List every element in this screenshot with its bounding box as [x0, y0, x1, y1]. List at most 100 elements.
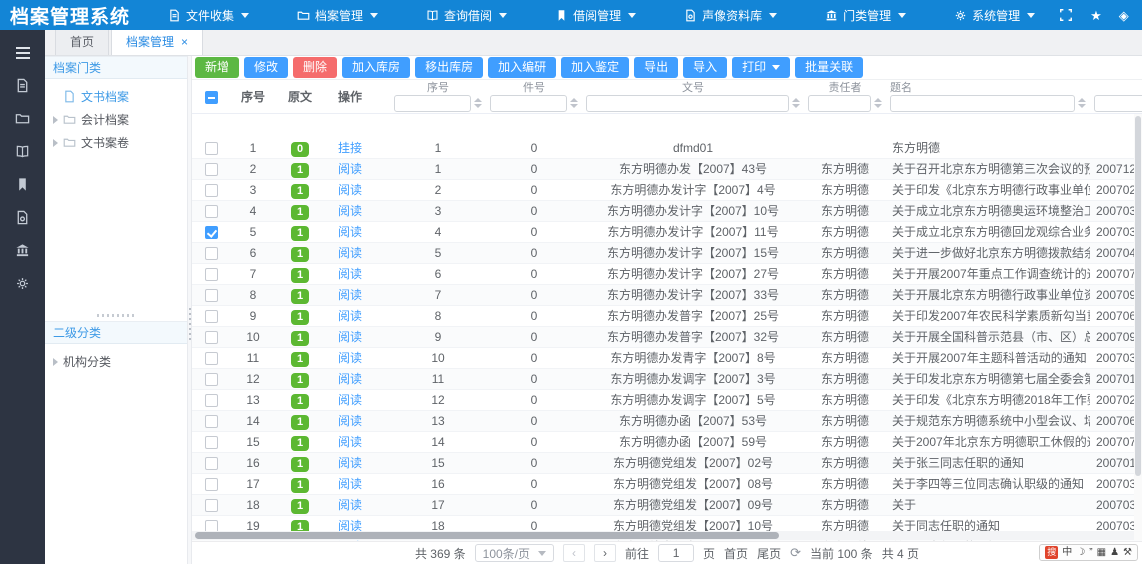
filter-input-date[interactable]: [1094, 95, 1142, 112]
operation-link[interactable]: 阅读: [338, 330, 362, 344]
table-row[interactable]: 5 1 阅读 4 0 东方明德办发计字【2007】11号 东方明德 关于成立北京…: [192, 222, 1142, 243]
tree-item-document-folders[interactable]: 文书案卷: [45, 131, 187, 154]
operation-link[interactable]: 阅读: [338, 267, 362, 281]
sort-icons[interactable]: [792, 98, 800, 108]
scrollbar-thumb[interactable]: [195, 532, 779, 539]
moon-icon[interactable]: ☽: [1076, 545, 1085, 560]
sidebar-item-av-library[interactable]: [0, 201, 45, 234]
row-checkbox[interactable]: [205, 289, 218, 302]
fullscreen-icon[interactable]: [1059, 8, 1073, 22]
sort-icons[interactable]: [1078, 98, 1086, 108]
user-icon[interactable]: ♟: [1110, 545, 1119, 560]
panel-splitter-vertical[interactable]: [187, 56, 192, 564]
sidebar-item-system-management[interactable]: [0, 267, 45, 300]
refresh-icon[interactable]: ⟳: [790, 545, 801, 561]
operation-link[interactable]: 阅读: [338, 477, 362, 491]
keyboard-icon[interactable]: ▦: [1097, 545, 1106, 560]
column-header-original[interactable]: 原文: [276, 80, 324, 113]
table-row[interactable]: 14 1 阅读 13 0 东方明德办函【2007】53号 东方明德 关于规范东方…: [192, 411, 1142, 432]
sidebar-item-file-collection[interactable]: [0, 69, 45, 102]
row-checkbox[interactable]: [205, 499, 218, 512]
sort-icons[interactable]: [474, 98, 482, 108]
column-header-operation[interactable]: 操作: [324, 80, 390, 113]
operation-link[interactable]: 阅读: [338, 225, 362, 239]
chinese-mode-icon[interactable]: 中: [1062, 545, 1072, 560]
next-page-button[interactable]: ›: [594, 544, 616, 562]
select-all-checkbox[interactable]: [205, 91, 218, 104]
filter-input-serial[interactable]: [394, 95, 471, 112]
operation-link[interactable]: 阅读: [338, 435, 362, 449]
page-size-select[interactable]: 100条/页: [475, 544, 554, 562]
row-checkbox[interactable]: [205, 310, 218, 323]
operation-link[interactable]: 阅读: [338, 204, 362, 218]
row-checkbox[interactable]: [205, 436, 218, 449]
panel-splitter-horizontal[interactable]: [45, 309, 187, 321]
page-number-input[interactable]: [658, 544, 694, 562]
batch-link-button[interactable]: 批量关联: [795, 57, 863, 78]
chevron-right-icon[interactable]: [53, 116, 58, 124]
row-checkbox[interactable]: [205, 184, 218, 197]
table-row[interactable]: 17 1 阅读 16 0 东方明德党组发【2007】08号 东方明德 关于李四等…: [192, 474, 1142, 495]
row-checkbox[interactable]: [205, 457, 218, 470]
tools-icon[interactable]: ⚒: [1123, 545, 1132, 560]
row-checkbox[interactable]: [205, 415, 218, 428]
operation-link[interactable]: 挂接: [338, 141, 362, 155]
sort-icons[interactable]: [874, 98, 882, 108]
row-checkbox[interactable]: [205, 352, 218, 365]
table-row[interactable]: 16 1 阅读 15 0 东方明德党组发【2007】02号 东方明德 关于张三同…: [192, 453, 1142, 474]
table-row[interactable]: 13 1 阅读 12 0 东方明德办发调字【2007】5号 东方明德 关于印发《…: [192, 390, 1142, 411]
add-to-storeroom-button[interactable]: 加入库房: [342, 57, 410, 78]
operation-link[interactable]: 阅读: [338, 183, 362, 197]
vertical-scrollbar[interactable]: [1134, 114, 1142, 540]
menu-system-management[interactable]: 系统管理: [930, 0, 1059, 30]
table-row[interactable]: 11 1 阅读 10 0 东方明德办发青字【2007】8号 东方明德 关于开展2…: [192, 348, 1142, 369]
row-checkbox[interactable]: [205, 247, 218, 260]
menu-query-borrow[interactable]: 查询借阅: [402, 0, 531, 30]
first-page-link[interactable]: 首页: [724, 545, 748, 562]
table-row[interactable]: 7 1 阅读 6 0 东方明德办发计字【2007】27号 东方明德 关于开展20…: [192, 264, 1142, 285]
table-row[interactable]: 10 1 阅读 9 0 东方明德办发普字【2007】32号 东方明德 关于开展全…: [192, 327, 1142, 348]
row-checkbox[interactable]: [205, 478, 218, 491]
sidebar-item-borrow-management[interactable]: [0, 168, 45, 201]
table-row[interactable]: 12 1 阅读 11 0 东方明德办发调字【2007】3号 东方明德 关于印发北…: [192, 369, 1142, 390]
tree-item-accounting-archive[interactable]: 会计档案: [45, 108, 187, 131]
tab-archive-management[interactable]: 档案管理 ×: [111, 29, 203, 55]
operation-link[interactable]: 阅读: [338, 246, 362, 260]
table-row[interactable]: 18 1 阅读 17 0 东方明德党组发【2007】09号 东方明德 关于 20…: [192, 495, 1142, 516]
table-row[interactable]: 6 1 阅读 5 0 东方明德办发计字【2007】15号 东方明德 关于进一步做…: [192, 243, 1142, 264]
filter-input-item-number[interactable]: [490, 95, 567, 112]
operation-link[interactable]: 阅读: [338, 351, 362, 365]
operation-link[interactable]: 阅读: [338, 498, 362, 512]
row-checkbox[interactable]: [205, 163, 218, 176]
sidebar-item-archive-management[interactable]: [0, 102, 45, 135]
row-checkbox[interactable]: [205, 331, 218, 344]
column-header-seq[interactable]: 序号: [230, 80, 276, 113]
close-icon[interactable]: ×: [181, 29, 188, 55]
table-row[interactable]: 9 1 阅读 8 0 东方明德办发普字【2007】25号 东方明德 关于印发20…: [192, 306, 1142, 327]
prev-page-button[interactable]: ‹: [563, 544, 585, 562]
filter-input-title[interactable]: [890, 95, 1075, 112]
tree-item-org-classification[interactable]: 机构分类: [45, 350, 187, 373]
horizontal-scrollbar[interactable]: [192, 531, 1134, 540]
operation-link[interactable]: 阅读: [338, 372, 362, 386]
operation-link[interactable]: 阅读: [338, 309, 362, 323]
gem-icon[interactable]: ◈: [1119, 9, 1129, 22]
table-row[interactable]: 3 1 阅读 2 0 东方明德办发计字【2007】4号 东方明德 关于印发《北京…: [192, 180, 1142, 201]
row-checkbox[interactable]: [205, 142, 218, 155]
edit-button[interactable]: 修改: [244, 57, 288, 78]
table-row[interactable]: 15 1 阅读 14 0 东方明德办函【2007】59号 东方明德 关于2007…: [192, 432, 1142, 453]
last-page-link[interactable]: 尾页: [757, 545, 781, 562]
table-row[interactable]: 1 0 挂接 1 0 dfmd01 东方明德: [192, 138, 1142, 159]
star-icon[interactable]: ★: [1090, 9, 1102, 22]
add-button[interactable]: 新增: [195, 57, 239, 78]
menu-archive-management[interactable]: 档案管理: [273, 0, 402, 30]
sidebar-item-category-management[interactable]: [0, 234, 45, 267]
table-row[interactable]: 2 1 阅读 1 0 东方明德办发【2007】43号 东方明德 关于召开北京东方…: [192, 159, 1142, 180]
row-checkbox[interactable]: [205, 268, 218, 281]
operation-link[interactable]: 阅读: [338, 162, 362, 176]
filter-input-responsible[interactable]: [808, 95, 871, 112]
print-button[interactable]: 打印: [732, 57, 790, 78]
tree-item-document-archive[interactable]: 文书档案: [45, 85, 187, 108]
filter-input-doc-number[interactable]: [586, 95, 789, 112]
row-checkbox[interactable]: [205, 226, 218, 239]
